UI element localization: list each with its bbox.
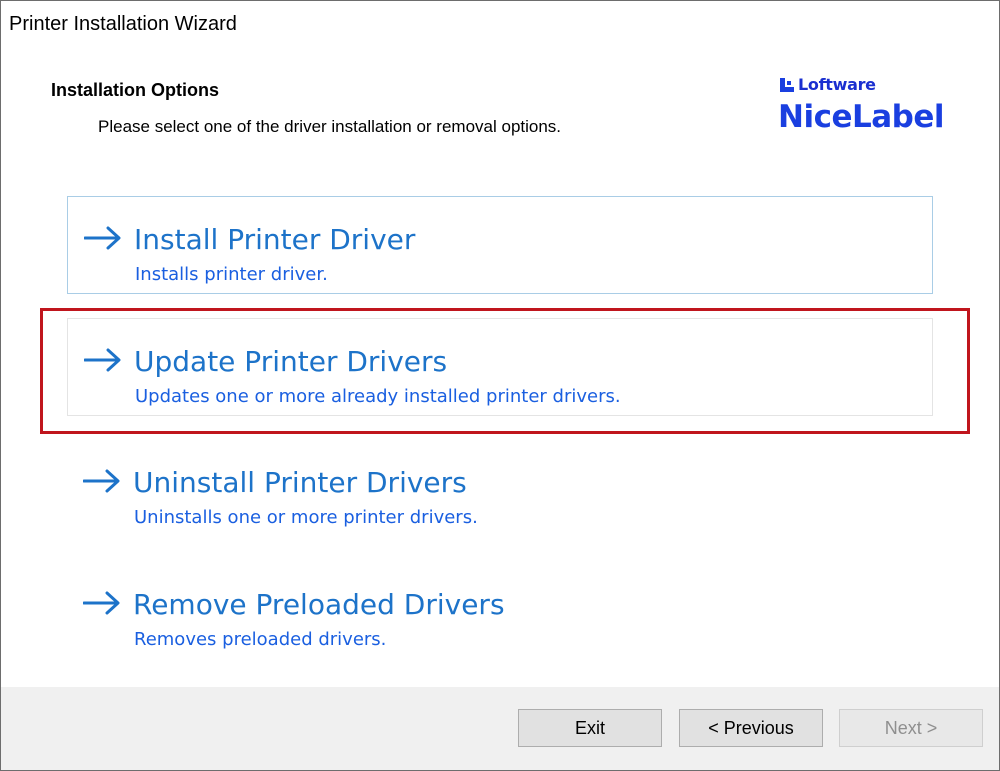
right-arrow-icon (83, 591, 120, 615)
option-description: Uninstalls one or more printer drivers. (134, 507, 478, 528)
right-arrow-icon (84, 348, 121, 372)
page-title: Installation Options (51, 80, 220, 100)
button-bar: Exit < Previous Next > (1, 687, 999, 770)
loftware-logo-icon (780, 77, 794, 92)
right-arrow-icon (84, 226, 121, 250)
option-title: Update Printer Drivers (134, 345, 448, 378)
window-title: Printer Installation Wizard (9, 13, 237, 35)
next-button[interactable]: Next > (839, 709, 983, 747)
logo-brand-text: Loftware (798, 75, 876, 94)
option-description: Installs printer driver. (135, 264, 328, 285)
page-subtitle: Please select one of the driver installa… (98, 117, 562, 136)
remove-preloaded-drivers-option[interactable]: Remove Preloaded Drivers Removes preload… (67, 562, 933, 660)
wizard-window: Printer Installation Wizard Installation… (0, 0, 1000, 771)
option-title: Remove Preloaded Drivers (133, 588, 505, 621)
exit-button[interactable]: Exit (518, 709, 662, 747)
option-description: Updates one or more already installed pr… (135, 386, 621, 407)
uninstall-printer-drivers-option[interactable]: Uninstall Printer Drivers Uninstalls one… (67, 440, 933, 538)
option-title: Uninstall Printer Drivers (133, 466, 467, 499)
option-description: Removes preloaded drivers. (134, 629, 387, 650)
loftware-logo: Loftware (780, 75, 876, 94)
install-printer-driver-option[interactable]: Install Printer Driver Installs printer … (67, 196, 933, 294)
previous-button[interactable]: < Previous (679, 709, 823, 747)
update-printer-drivers-option[interactable]: Update Printer Drivers Updates one or mo… (67, 318, 933, 416)
nicelabel-logo: NiceLabel (778, 99, 945, 135)
option-title: Install Printer Driver (134, 223, 416, 256)
right-arrow-icon (83, 469, 120, 493)
